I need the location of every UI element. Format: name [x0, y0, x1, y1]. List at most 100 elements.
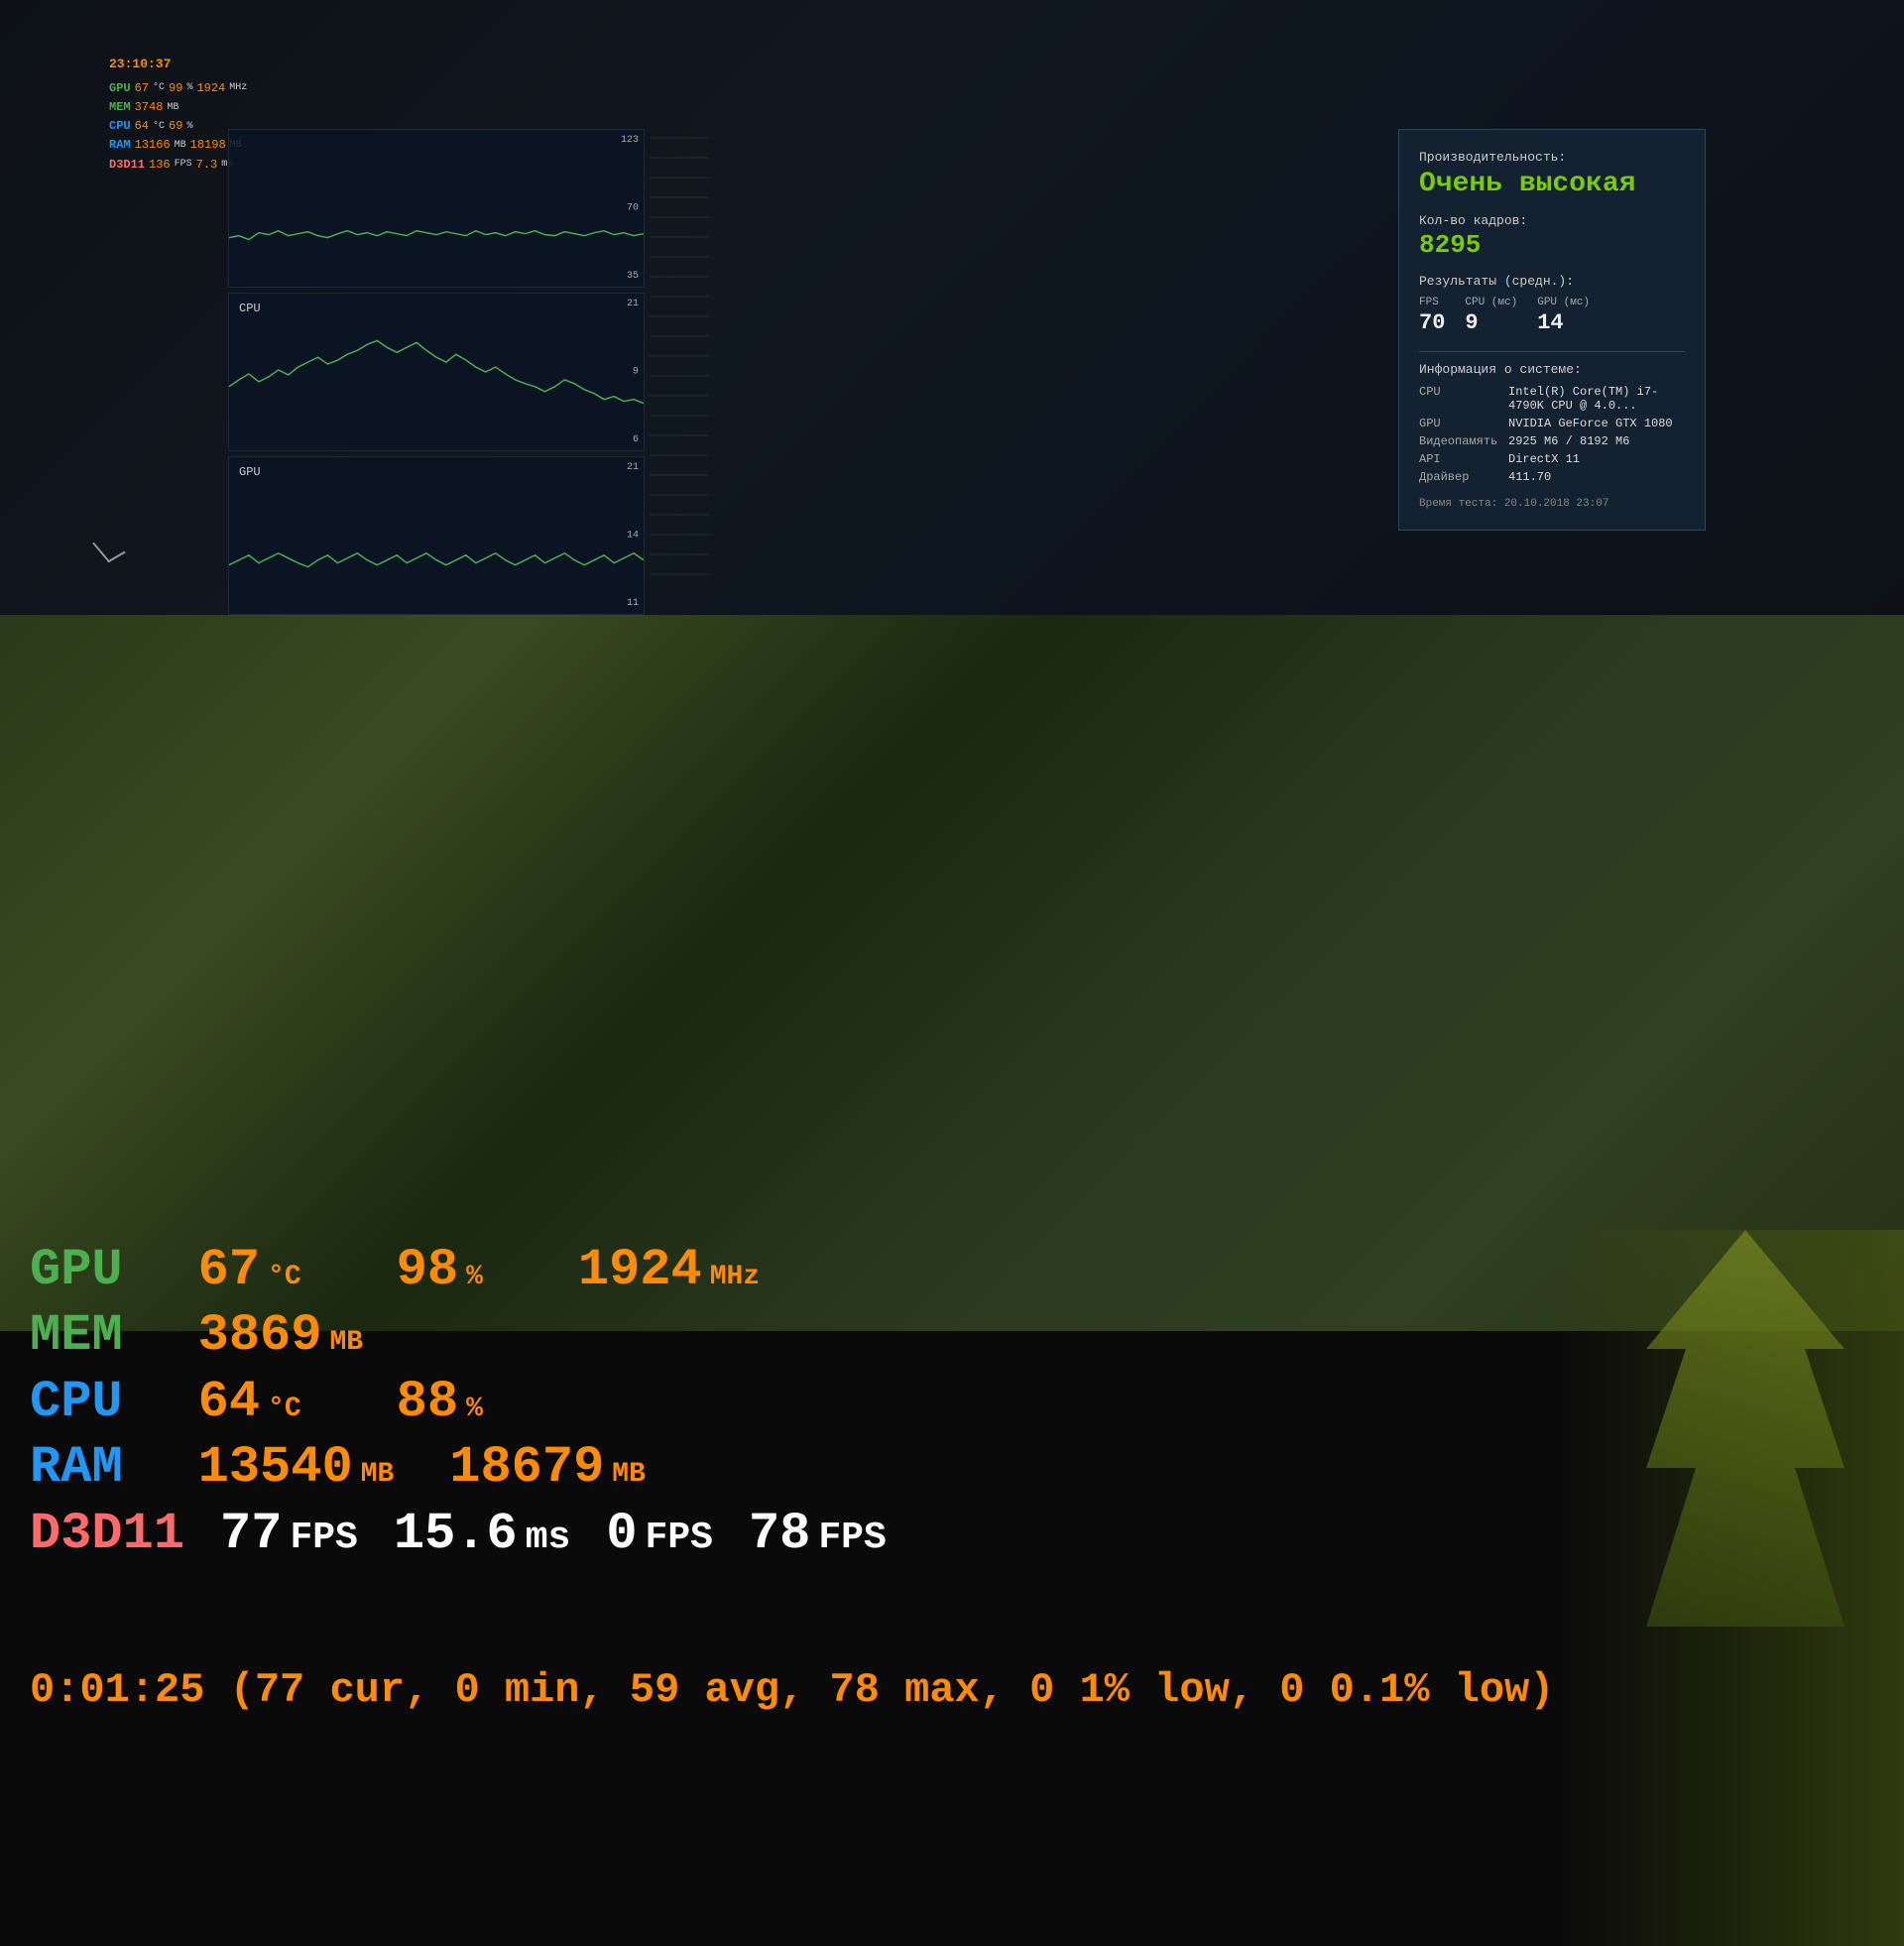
bhud-gpu-temp-unit: °C: [268, 1261, 301, 1294]
hud-d3d-row: D3D11 136 FPS 7.3 ms: [109, 156, 247, 175]
results-timestamp: Время теста: 20.10.2018 23:07: [1419, 498, 1685, 510]
hud-overlay-small: 23:10:37 GPU 67 °C 99 % 1924 MHz MEM 374…: [109, 55, 247, 175]
stat-cpu-name: CPU (мс): [1465, 297, 1517, 308]
hud-d3d-ms: 7.3: [196, 156, 218, 175]
hud-mem-unit: MB: [167, 100, 178, 116]
timeline-bar: 0:01:25 (77 cur, 0 min, 59 avg, 78 max, …: [30, 1666, 1554, 1714]
sysinfo-gpu-row: GPU NVIDIA GeForce GTX 1080: [1419, 417, 1685, 430]
bhud-ram-val1: 13540: [198, 1437, 353, 1499]
results-perf-label: Производительность:: [1419, 150, 1685, 165]
fps-graph: 123 70 35: [228, 129, 645, 288]
hud-gpu-load: 99: [169, 79, 182, 98]
stat-cpu: CPU (мс) 9: [1465, 297, 1517, 335]
bhud-d3d-fps2: 0: [606, 1504, 637, 1565]
sysinfo-api-row: API DirectX 11: [1419, 452, 1685, 466]
results-stats-row: FPS 70 CPU (мс) 9 GPU (мс) 14: [1419, 297, 1685, 335]
bhud-gpu-clock: 1924: [578, 1240, 702, 1301]
hud-cpu-label: CPU: [109, 117, 131, 136]
bhud-ram-row: RAM 13540 MB 18679 MB: [30, 1437, 887, 1499]
hud-mem-val: 3748: [135, 98, 164, 117]
bhud-gpu-load: 98: [397, 1240, 458, 1301]
bhud-d3d-fps3-unit: FPS: [818, 1516, 886, 1561]
hud-cpu-load: 69: [169, 117, 182, 136]
sysinfo-driver-val: 411.70: [1508, 470, 1551, 484]
stat-gpu-name: GPU (мс): [1537, 297, 1590, 308]
sysinfo-gpu-key: GPU: [1419, 417, 1498, 430]
hud-ram-label: RAM: [109, 136, 131, 155]
results-panel: Производительность: Очень высокая Кол-во…: [1398, 129, 1706, 531]
top-section: 23:10:37 GPU 67 °C 99 % 1924 MHz MEM 374…: [0, 0, 1904, 615]
stat-fps-name: FPS: [1419, 297, 1445, 308]
hud-gpu-clock-unit: MHz: [229, 80, 247, 96]
hud-ram-val1-unit: MB: [175, 138, 186, 154]
bhud-ram-val1-unit: MB: [361, 1458, 395, 1492]
bhud-gpu-temp: 67: [198, 1240, 260, 1301]
bhud-cpu-label: CPU: [30, 1372, 123, 1433]
hud-gpu-temp-unit: °C: [153, 80, 165, 96]
gpu-graph: GPU 21 14 11: [228, 456, 645, 615]
bhud-d3d-fps3: 78: [749, 1504, 810, 1565]
bhud-d3d-row: D3D11 77 FPS 15.6 ms 0 FPS 78 FPS: [30, 1504, 887, 1565]
hud-d3d-fps-unit: FPS: [175, 157, 192, 173]
hud-gpu-clock: 1924: [196, 79, 225, 98]
sysinfo-vmem-row: Видеопамять 2925 M6 / 8192 M6: [1419, 434, 1685, 448]
stat-gpu-val: 14: [1537, 310, 1590, 335]
sysinfo-driver-row: Драйвер 411.70: [1419, 470, 1685, 484]
cpu-graph-svg: [229, 294, 644, 450]
bhud-cpu-load: 88: [397, 1372, 458, 1433]
hud-cpu-load-unit: %: [186, 119, 192, 135]
results-avg-label: Результаты (средн.):: [1419, 274, 1685, 289]
results-frames-label: Кол-во кадров:: [1419, 213, 1685, 228]
bhud-d3d-fps: 77: [220, 1504, 282, 1565]
bhud-d3d-ms: 15.6: [394, 1504, 518, 1565]
hud-cpu-row: CPU 64 °C 69 %: [109, 117, 247, 136]
bhud-cpu-temp-unit: °C: [268, 1393, 301, 1426]
sysinfo-cpu-val: Intel(R) Core(TM) i7-4790K CPU @ 4.0...: [1508, 385, 1685, 413]
results-frames-value: 8295: [1419, 230, 1685, 260]
gpu-graph-svg: [229, 457, 644, 614]
sysinfo-vmem-key: Видеопамять: [1419, 434, 1498, 448]
sysinfo-vmem-val: 2925 M6 / 8192 M6: [1508, 434, 1629, 448]
cpu-graph: CPU 21 9 6: [228, 293, 645, 451]
bhud-mem-unit: MB: [329, 1326, 363, 1360]
sysinfo-gpu-val: NVIDIA GeForce GTX 1080: [1508, 417, 1673, 430]
bhud-cpu-row: CPU 64 °C 88 %: [30, 1372, 887, 1433]
bhud-cpu-load-unit: %: [466, 1393, 483, 1426]
results-sysinfo-label: Информация о системе:: [1419, 351, 1685, 377]
hud-gpu-row: GPU 67 °C 99 % 1924 MHz: [109, 79, 247, 98]
hud-d3d-fps: 136: [149, 156, 171, 175]
bhud-ram-val2: 18679: [449, 1437, 604, 1499]
cursor-icon: [92, 534, 126, 562]
bhud-mem-val: 3869: [198, 1305, 322, 1367]
bhud-gpu-label: GPU: [30, 1240, 123, 1301]
hud-ram-row: RAM 13166 MB 18198 MB: [109, 136, 247, 155]
hud-gpu-load-unit: %: [186, 80, 192, 96]
hud-mem-label: MEM: [109, 98, 131, 117]
bhud-gpu-row: GPU 67 °C 98 % 1924 MHz: [30, 1240, 887, 1301]
bhud-mem-label: MEM: [30, 1305, 123, 1367]
hud-ram-val2: 18198: [190, 136, 226, 155]
sysinfo-cpu-row: CPU Intel(R) Core(TM) i7-4790K CPU @ 4.0…: [1419, 385, 1685, 413]
fps-graph-svg: [229, 130, 644, 287]
hud-cpu-temp: 64: [135, 117, 149, 136]
bhud-d3d-ms-unit: ms: [526, 1516, 571, 1561]
stat-gpu: GPU (мс) 14: [1537, 297, 1590, 335]
sysinfo-api-val: DirectX 11: [1508, 452, 1580, 466]
sysinfo-api-key: API: [1419, 452, 1498, 466]
hud-d3d-label: D3D11: [109, 156, 145, 175]
sysinfo-driver-key: Драйвер: [1419, 470, 1498, 484]
hieroglyph-bg: [650, 129, 709, 575]
bhud-ram-val2-unit: MB: [612, 1458, 646, 1492]
hud-ram-val1: 13166: [135, 136, 171, 155]
bhud-mem-row: MEM 3869 MB: [30, 1305, 887, 1367]
hud-large: GPU 67 °C 98 % 1924 MHz MEM 3869 MB CPU …: [30, 1240, 887, 1569]
hud-gpu-temp: 67: [135, 79, 149, 98]
bottom-section: GPU 67 °C 98 % 1924 MHz MEM 3869 MB CPU …: [0, 615, 1904, 1331]
results-perf-value: Очень высокая: [1419, 169, 1685, 199]
bhud-gpu-clock-unit: MHz: [710, 1261, 760, 1294]
hud-cpu-temp-unit: °C: [153, 119, 165, 135]
bhud-cpu-temp: 64: [198, 1372, 260, 1433]
graph-panel: 123 70 35 CPU 21 9 6 GPU 21 14 11: [228, 129, 645, 620]
hud-time: 23:10:37: [109, 55, 247, 75]
sysinfo-cpu-key: CPU: [1419, 385, 1498, 413]
